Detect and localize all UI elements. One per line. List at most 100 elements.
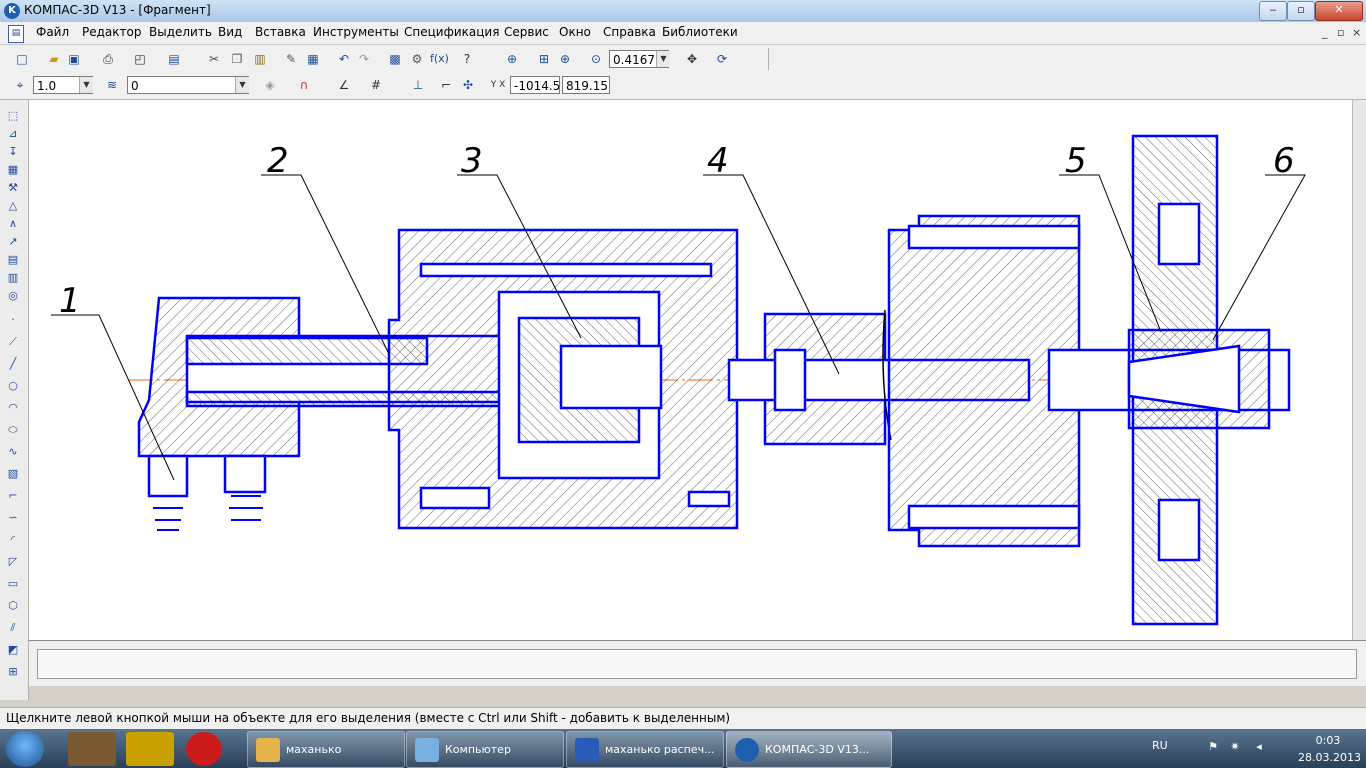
contour-icon[interactable]: ◩ bbox=[5, 642, 21, 658]
print-preview-icon[interactable]: ◰ bbox=[132, 51, 148, 67]
parameters-icon[interactable]: ◈ bbox=[262, 77, 278, 93]
coord-x-field[interactable]: -1014.5 bbox=[510, 76, 560, 94]
format-painter-icon[interactable]: ✎ bbox=[283, 51, 299, 67]
cut-icon[interactable]: ✂ bbox=[206, 51, 222, 67]
variables-icon[interactable]: ▩ bbox=[387, 51, 403, 67]
dimensions-icon[interactable]: ↧ bbox=[5, 144, 21, 160]
point-icon[interactable]: · bbox=[5, 312, 21, 328]
open-folder-icon[interactable]: ▰ bbox=[46, 51, 62, 67]
document-icon[interactable]: ▤ bbox=[8, 25, 24, 43]
spec-icon[interactable]: ▤ bbox=[5, 252, 21, 268]
function-icon[interactable]: f(x) bbox=[430, 51, 449, 67]
copy-icon[interactable]: ❐ bbox=[229, 51, 245, 67]
kompas-logo-icon[interactable]: K bbox=[4, 3, 20, 19]
save-icon[interactable]: ▣ bbox=[66, 51, 82, 67]
manager-icon[interactable]: ▦ bbox=[305, 51, 321, 67]
mdi-restore-button[interactable]: ▫ bbox=[1337, 26, 1344, 39]
vertical-scrollbar[interactable] bbox=[1352, 100, 1366, 640]
coord-y-field[interactable]: 819.15 bbox=[562, 76, 610, 94]
menu-service[interactable]: Сервис bbox=[504, 25, 549, 39]
new-document-icon[interactable]: □ bbox=[14, 51, 30, 67]
part-5-6-pulley[interactable] bbox=[1127, 134, 1271, 626]
drawing-canvas[interactable]: 1 2 3 4 5 6 bbox=[29, 100, 1366, 641]
minimize-button[interactable]: ‒ bbox=[1259, 1, 1287, 21]
opera-icon[interactable] bbox=[186, 732, 222, 766]
menu-tools[interactable]: Инструменты bbox=[313, 25, 399, 39]
language-indicator[interactable]: RU bbox=[1152, 739, 1168, 752]
segment-icon[interactable]: ╱ bbox=[5, 356, 21, 372]
menu-window[interactable]: Окно bbox=[559, 25, 591, 39]
mdi-close-button[interactable]: × bbox=[1352, 26, 1361, 39]
parametrization-icon[interactable]: △ bbox=[5, 198, 21, 214]
callout-2[interactable]: 2 bbox=[267, 141, 289, 181]
part-3-cylinder-housing[interactable] bbox=[387, 228, 739, 530]
network-icon[interactable]: ✷ bbox=[1228, 740, 1242, 754]
layer-input[interactable]: 0 bbox=[127, 76, 249, 94]
help-pointer-icon[interactable]: ? bbox=[459, 51, 475, 67]
pan-icon[interactable]: ✥ bbox=[684, 51, 700, 67]
hatch-icon[interactable]: ▧ bbox=[5, 466, 21, 482]
properties-icon[interactable]: ▤ bbox=[166, 51, 182, 67]
insert-icon[interactable]: ◎ bbox=[5, 288, 21, 304]
zoom-fit-icon[interactable]: ⊕ bbox=[504, 51, 520, 67]
refresh-icon[interactable]: ⟳ bbox=[714, 51, 730, 67]
local-cs-icon[interactable]: ⊥ bbox=[410, 77, 426, 93]
maximize-button[interactable]: ▫ bbox=[1287, 1, 1315, 21]
paste-icon[interactable]: ▥ bbox=[252, 51, 268, 67]
callout-6[interactable]: 6 bbox=[1273, 141, 1295, 181]
volume-icon[interactable]: ◂ bbox=[1252, 740, 1266, 754]
undo-icon[interactable]: ↶ bbox=[336, 51, 352, 67]
print-icon[interactable]: ⎙ bbox=[100, 51, 116, 67]
archicad-icon[interactable] bbox=[126, 732, 174, 766]
menu-file[interactable]: Файл bbox=[36, 25, 69, 39]
layer-dropdown-icon[interactable]: ▼ bbox=[235, 77, 249, 93]
orthogonal-mode-icon[interactable]: ⌐ bbox=[438, 77, 454, 93]
circle-icon[interactable]: ○ bbox=[5, 378, 21, 394]
menu-specification[interactable]: Спецификация bbox=[404, 25, 499, 39]
clock-date[interactable]: 28.03.2013 bbox=[1298, 751, 1361, 764]
equidistant-icon[interactable]: ⫽ bbox=[5, 620, 21, 636]
redo-icon[interactable]: ↷ bbox=[356, 51, 372, 67]
world-of-tanks-icon[interactable] bbox=[68, 732, 116, 766]
reports-icon[interactable]: ▥ bbox=[5, 270, 21, 286]
zoom-dropdown-icon[interactable]: ▼ bbox=[656, 51, 670, 67]
library-manager-icon[interactable]: ⚙ bbox=[409, 51, 425, 67]
start-button[interactable] bbox=[6, 731, 44, 767]
chamfer-icon[interactable]: ◸ bbox=[5, 554, 21, 570]
edit-icon[interactable]: ⚒ bbox=[5, 180, 21, 196]
callout-4[interactable]: 4 bbox=[707, 141, 729, 181]
menu-select[interactable]: Выделить bbox=[149, 25, 212, 39]
zoom-in-icon[interactable]: ⊕ bbox=[557, 51, 573, 67]
property-panel-field[interactable] bbox=[37, 649, 1357, 679]
arc-icon[interactable]: ◠ bbox=[5, 400, 21, 416]
measure-icon[interactable]: ∧ bbox=[5, 216, 21, 232]
auxiliary-line-icon[interactable]: ⟋ bbox=[5, 334, 21, 350]
layer-icon[interactable]: ≋ bbox=[104, 77, 120, 93]
mdi-minimize-button[interactable]: _ bbox=[1322, 26, 1328, 39]
callout-1[interactable]: 1 bbox=[59, 281, 81, 321]
bezier-icon[interactable]: ∽ bbox=[5, 510, 21, 526]
spline-icon[interactable]: ∿ bbox=[5, 444, 21, 460]
zoom-scale-icon[interactable]: ⊙ bbox=[588, 51, 604, 67]
collection-icon[interactable]: ⊞ bbox=[5, 664, 21, 680]
menu-view[interactable]: Вид bbox=[218, 25, 242, 39]
menu-editor[interactable]: Редактор bbox=[82, 25, 141, 39]
menu-libraries[interactable]: Библиотеки bbox=[662, 25, 738, 39]
ellipse-icon[interactable]: ⬭ bbox=[5, 422, 21, 438]
ortho-icon[interactable]: ∠ bbox=[336, 77, 352, 93]
symbols-icon[interactable]: ▦ bbox=[5, 162, 21, 178]
cursor-step-icon[interactable]: ⌖ bbox=[12, 77, 28, 93]
round-coords-icon[interactable]: ✣ bbox=[460, 77, 476, 93]
action-center-flag-icon[interactable]: ⚑ bbox=[1206, 740, 1220, 754]
task-word-document[interactable]: маханько распеч... bbox=[566, 731, 724, 768]
zoom-window-icon[interactable]: ⊞ bbox=[536, 51, 552, 67]
polyline-icon[interactable]: ⌐ bbox=[5, 488, 21, 504]
close-button[interactable]: ✕ bbox=[1315, 1, 1363, 21]
geometry-icon[interactable]: ⊿ bbox=[5, 126, 21, 142]
rectangle-icon[interactable]: ▭ bbox=[5, 576, 21, 592]
callout-5[interactable]: 5 bbox=[1065, 141, 1087, 181]
select-filter-icon[interactable]: ↗ bbox=[5, 234, 21, 250]
callout-3[interactable]: 3 bbox=[461, 141, 483, 181]
menu-help[interactable]: Справка bbox=[603, 25, 656, 39]
fillet-icon[interactable]: ◜ bbox=[5, 532, 21, 548]
